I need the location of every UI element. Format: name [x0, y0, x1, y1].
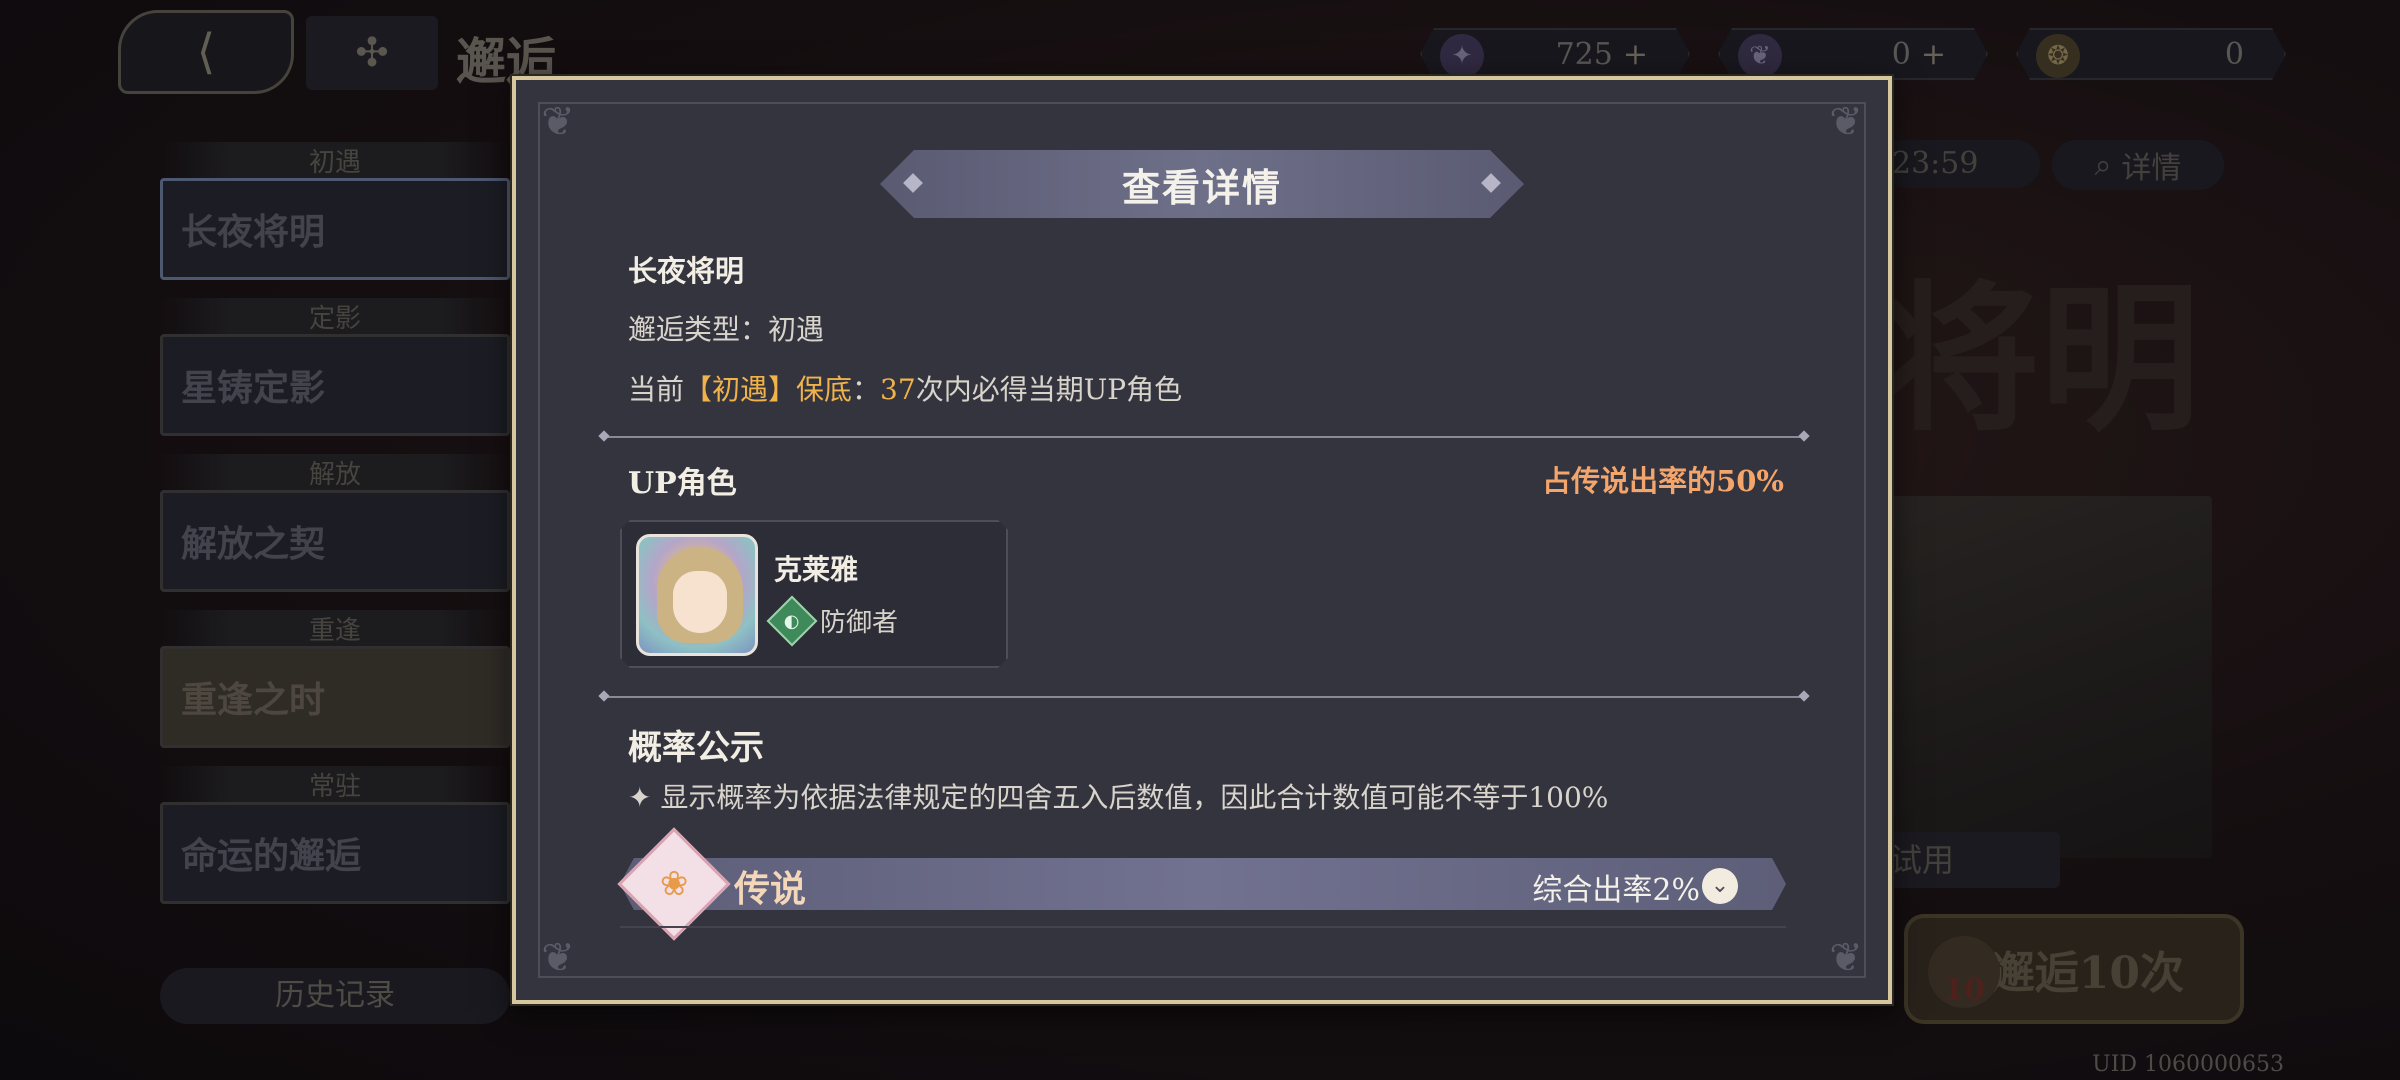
- probability-note: ✦ 显示概率为依据法律规定的四舍五入后数值，因此合计数值可能不等于100%: [628, 781, 1609, 814]
- up-character-heading: UP角色: [628, 466, 737, 501]
- section-divider: [604, 436, 1804, 438]
- corner-ornament-icon: ❦: [541, 99, 575, 145]
- corner-ornament-icon: ❦: [541, 935, 575, 981]
- diamond-ornament-icon: [903, 173, 923, 193]
- section-divider: [604, 696, 1804, 698]
- character-role: ◐ 防御者: [774, 602, 898, 639]
- diamond-ornament-icon: [1481, 173, 1501, 193]
- tier-list-edge: [620, 926, 1786, 932]
- corner-ornament-icon: ❦: [1829, 99, 1863, 145]
- details-modal: ❦ ❦ ❦ ❦ 查看详情 长夜将明 邂逅类型：初遇 当前【初遇】保底：37次内必…: [512, 76, 1892, 1004]
- character-name: 克莱雅: [774, 553, 859, 586]
- up-character-card[interactable]: 克莱雅 ◐ 防御者: [620, 520, 1008, 668]
- defender-icon: ◐: [767, 595, 818, 646]
- pity-info: 当前【初遇】保底：37次内必得当期UP角色: [628, 373, 1183, 406]
- tier-name: 传说: [734, 868, 807, 910]
- modal-title-bar: 查看详情: [880, 150, 1524, 218]
- up-rate-text: 占传说出率的50%: [1542, 464, 1784, 498]
- banner-type: 邂逅类型：初遇: [628, 313, 825, 346]
- probability-heading: 概率公示: [628, 728, 764, 768]
- modal-title: 查看详情: [1121, 164, 1282, 210]
- expand-chevron-icon[interactable]: ⌄: [1702, 868, 1738, 904]
- tier-rate: 综合出率2%: [1532, 873, 1700, 908]
- corner-ornament-icon: ❦: [1829, 935, 1863, 981]
- banner-name: 长夜将明: [628, 254, 745, 288]
- character-portrait: [636, 534, 758, 656]
